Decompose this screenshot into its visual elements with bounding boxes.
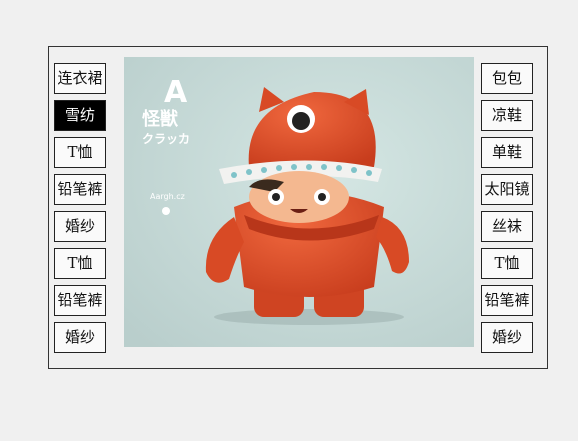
left-menu-item-wedding-dress-2[interactable]: 婚纱 — [54, 322, 106, 353]
right-menu-item-sandals[interactable]: 凉鞋 — [481, 100, 533, 131]
figure-shadow — [214, 309, 404, 325]
left-menu-item-wedding-dress[interactable]: 婚纱 — [54, 211, 106, 242]
brand-kanji: 怪獣 — [142, 108, 179, 130]
left-menu-item-tshirt[interactable]: T恤 — [54, 137, 106, 168]
right-menu-item-wedding-dress[interactable]: 婚纱 — [481, 322, 533, 353]
right-menu-item-tshirt[interactable]: T恤 — [481, 248, 533, 279]
right-menu-item-pencil-pants[interactable]: 铅笔裤 — [481, 285, 533, 316]
left-menu-item-pencil-pants[interactable]: 铅笔裤 — [54, 174, 106, 205]
figure-face — [249, 171, 349, 223]
left-category-menu: 连衣裙 雪纺 T恤 铅笔裤 婚纱 T恤 铅笔裤 婚纱 — [54, 63, 106, 359]
right-menu-item-single-shoes[interactable]: 单鞋 — [481, 137, 533, 168]
right-category-menu: 包包 凉鞋 单鞋 太阳镜 丝袜 T恤 铅笔裤 婚纱 — [481, 63, 533, 359]
brand-kana: クラッカ — [142, 132, 190, 146]
brand-url: Aargh.cz — [150, 192, 185, 201]
brand-dot — [162, 207, 170, 215]
left-menu-item-pencil-pants-2[interactable]: 铅笔裤 — [54, 285, 106, 316]
left-menu-item-tshirt-2[interactable]: T恤 — [54, 248, 106, 279]
gallery-frame: 连衣裙 雪纺 T恤 铅笔裤 婚纱 T恤 铅笔裤 婚纱 A 怪獣 クラッカ Aar… — [48, 46, 548, 369]
right-menu-item-sunglasses[interactable]: 太阳镜 — [481, 174, 533, 205]
brand-logo-letter: A — [164, 75, 188, 110]
right-menu-item-stockings[interactable]: 丝袜 — [481, 211, 533, 242]
left-menu-item-dress[interactable]: 连衣裙 — [54, 63, 106, 94]
left-menu-item-chiffon[interactable]: 雪纺 — [54, 100, 106, 131]
product-image: A 怪獣 クラッカ Aargh.cz — [124, 57, 474, 347]
right-menu-item-bags[interactable]: 包包 — [481, 63, 533, 94]
